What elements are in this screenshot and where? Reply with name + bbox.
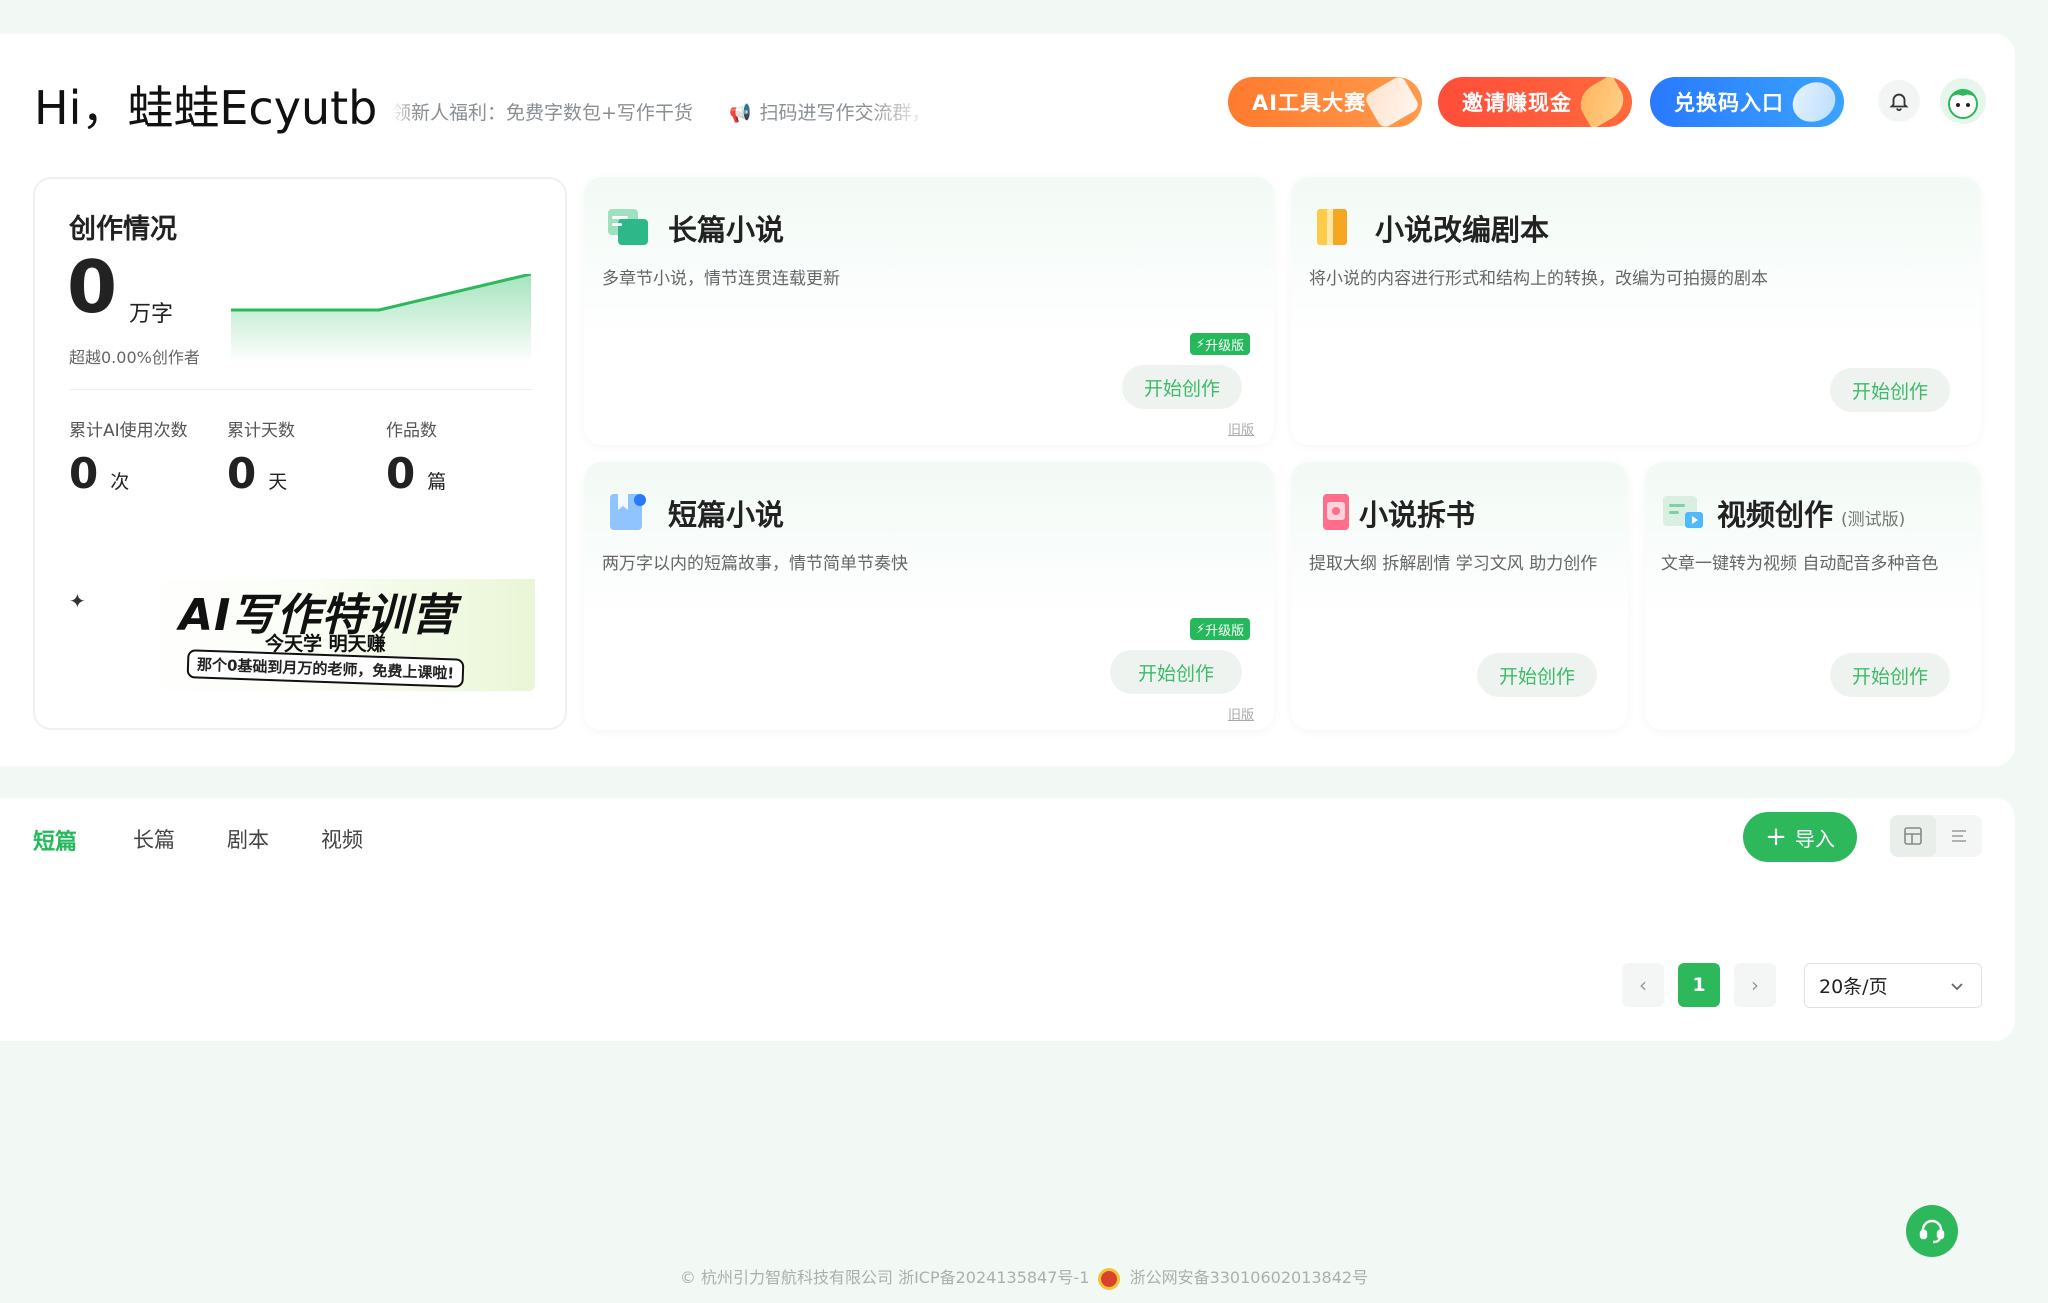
training-camp-banner[interactable]: ✦ ✦ AI写作特训营 今天学 明天赚 那个0基础到月万的老师，免费上课啦!: [69, 539, 535, 691]
police-emblem-icon: [1098, 1267, 1121, 1290]
stats-title: 创作情况: [69, 214, 177, 245]
feature-card-video[interactable]: 视频创作 (测试版) 文章一键转为视频 自动配音多种音色 开始创作: [1645, 462, 1981, 730]
stat-ai-usage: 累计AI使用次数 0次: [69, 416, 188, 495]
video-icon: [1663, 496, 1703, 528]
footer-company[interactable]: © 杭州引力智航科技有限公司 浙ICP备2024135847号-1: [680, 1268, 1089, 1287]
redeem-code-label: 兑换码入口: [1674, 91, 1784, 115]
prev-page-button[interactable]: ‹: [1622, 963, 1664, 1007]
stat-value: 0: [69, 449, 99, 498]
feature-card-adapt-script[interactable]: 小说改编剧本 将小说的内容进行形式和结构上的转换，改编为可拍摄的剧本 开始创作: [1291, 177, 1981, 445]
start-creation-button[interactable]: 开始创作: [1830, 653, 1950, 697]
stat-label: 累计AI使用次数: [69, 421, 188, 441]
tab-script[interactable]: 剧本: [227, 824, 269, 854]
footer: © 杭州引力智航科技有限公司 浙ICP备2024135847号-1 浙公网安备3…: [0, 1264, 2048, 1290]
old-version-link[interactable]: 旧版: [1228, 704, 1254, 723]
customer-service-icon[interactable]: [1906, 1205, 1958, 1257]
feature-title: 小说改编剧本: [1375, 213, 1550, 247]
trend-sparkline: [231, 274, 531, 364]
stat-works: 作品数 0篇: [386, 416, 446, 495]
next-page-button[interactable]: ›: [1734, 963, 1776, 1007]
invite-cash-button[interactable]: 邀请赚现金: [1438, 77, 1632, 127]
greeting: Hi，蛙蛙Ecyutb: [34, 81, 378, 135]
start-creation-button[interactable]: 开始创作: [1110, 650, 1242, 694]
announcement-ticker[interactable]: 领新人福利：免费字数包+写作干货 📢 扫码进写作交流群，: [392, 98, 932, 125]
megaphone-icon: 📢: [729, 103, 752, 124]
feature-desc: 两万字以内的短篇故事，情节简单节奏快: [602, 554, 908, 574]
feature-title-text: 视频创作: [1717, 498, 1834, 532]
feature-title: 视频创作 (测试版): [1717, 492, 1905, 534]
total-words-unit: 万字: [129, 302, 174, 327]
ticket-icon: [1785, 77, 1843, 127]
stat-unit: 次: [110, 471, 130, 493]
feature-card-long-novel[interactable]: 长篇小说 多章节小说，情节连贯连载更新 ⚡ 升级版 开始创作 旧版: [584, 177, 1274, 445]
plus-icon: +: [1765, 822, 1787, 852]
ticker-item[interactable]: 扫码进写作交流群，: [759, 102, 930, 124]
stat-days: 累计天数 0天: [227, 416, 295, 495]
stat-label: 作品数: [386, 421, 437, 441]
feature-desc: 文章一键转为视频 自动配音多种音色: [1661, 554, 1939, 574]
beta-tag: (测试版): [1841, 510, 1906, 530]
ai-contest-label: AI工具大赛: [1252, 91, 1367, 115]
gift-icon: [1573, 77, 1631, 127]
page-size-select[interactable]: 20条/页: [1804, 963, 1982, 1008]
stat-unit: 天: [268, 471, 288, 493]
upgrade-label: 升级版: [1205, 623, 1245, 639]
redeem-code-button[interactable]: 兑换码入口: [1650, 77, 1844, 127]
invite-cash-label: 邀请赚现金: [1462, 91, 1572, 115]
start-creation-button[interactable]: 开始创作: [1122, 365, 1242, 409]
chevron-down-icon: [1951, 983, 1963, 991]
start-creation-button[interactable]: 开始创作: [1830, 368, 1950, 412]
stat-value: 0: [227, 449, 257, 498]
book-split-icon: [1323, 494, 1349, 530]
feature-desc: 将小说的内容进行形式和结构上的转换，改编为可拍摄的剧本: [1309, 269, 1768, 289]
document-icon: [608, 209, 648, 245]
chevron-left-icon: ‹: [1639, 973, 1647, 997]
creation-stats-card: 创作情况 0 万字 超越0.00%创作者 累计AI使用次数 0次 累计天数 0天…: [33, 177, 567, 730]
import-label: 导入: [1794, 826, 1835, 851]
bolt-icon: ⚡: [1196, 336, 1206, 352]
feature-desc: 多章节小说，情节连贯连载更新: [602, 269, 840, 289]
chevron-right-icon: ›: [1751, 973, 1759, 997]
feature-title: 短篇小说: [668, 498, 785, 532]
exceed-percent: 超越0.00%创作者: [69, 348, 200, 367]
notification-bell-icon[interactable]: [1878, 80, 1920, 122]
start-creation-button[interactable]: 开始创作: [1477, 653, 1597, 697]
view-toggle[interactable]: [1890, 815, 1982, 857]
grid-view-icon[interactable]: [1890, 815, 1936, 857]
feature-title: 小说拆书: [1359, 498, 1476, 532]
bolt-icon: ⚡: [1196, 621, 1206, 637]
avatar[interactable]: [1940, 78, 1986, 124]
tab-video[interactable]: 视频: [321, 824, 363, 854]
sparkle-icon: ✦: [69, 589, 86, 613]
upgrade-badge: ⚡ 升级版: [1190, 618, 1251, 640]
bookmark-icon: [610, 494, 646, 530]
page-number-button[interactable]: 1: [1678, 963, 1720, 1007]
feature-title: 长篇小说: [668, 213, 785, 247]
page-size-value: 20条/页: [1819, 976, 1888, 998]
feature-desc: 提取大纲 拆解剧情 学习文风 助力创作: [1309, 554, 1598, 574]
import-button[interactable]: + 导入: [1743, 812, 1857, 862]
old-version-link[interactable]: 旧版: [1228, 419, 1254, 438]
ticker-item[interactable]: 领新人福利：免费字数包+写作干货: [392, 102, 693, 124]
tab-long[interactable]: 长篇: [133, 824, 175, 854]
footer-police[interactable]: 浙公网安备33010602013842号: [1130, 1268, 1369, 1287]
feature-card-novel-breakdown[interactable]: 小说拆书 提取大纲 拆解剧情 学习文风 助力创作 开始创作: [1291, 462, 1628, 730]
upgrade-badge: ⚡ 升级版: [1190, 333, 1251, 355]
feature-card-short-novel[interactable]: 短篇小说 两万字以内的短篇故事，情节简单节奏快 ⚡ 升级版 开始创作 旧版: [584, 462, 1274, 730]
divider: [69, 389, 533, 390]
script-book-icon: [1317, 209, 1347, 245]
total-words-value: 0: [67, 245, 118, 329]
eraser-icon: [1363, 77, 1421, 127]
tab-short[interactable]: 短篇: [33, 824, 77, 856]
upgrade-label: 升级版: [1205, 338, 1245, 354]
stat-unit: 篇: [427, 471, 447, 493]
list-view-icon[interactable]: [1936, 815, 1982, 857]
stat-label: 累计天数: [227, 421, 295, 441]
stat-value: 0: [386, 449, 416, 498]
ai-contest-button[interactable]: AI工具大赛: [1228, 77, 1422, 127]
